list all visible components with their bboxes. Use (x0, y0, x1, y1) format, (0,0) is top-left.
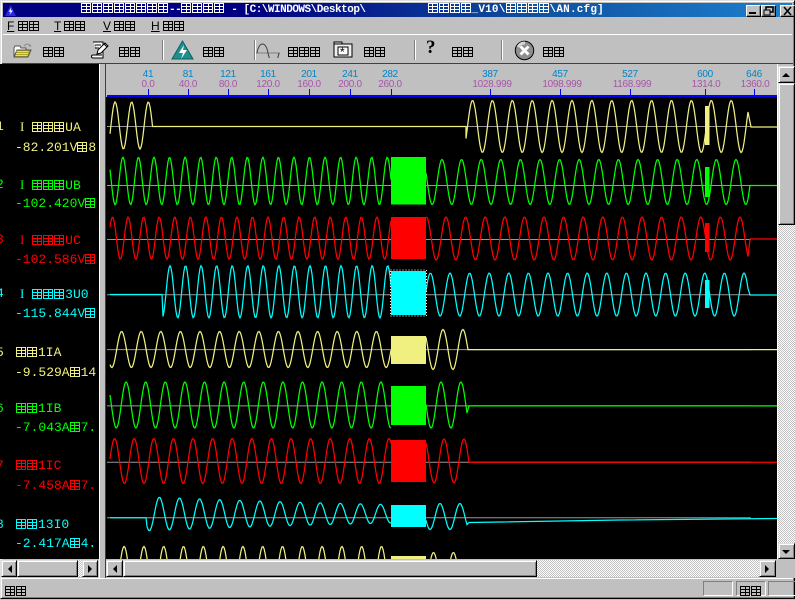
svg-text:*: * (340, 45, 345, 58)
